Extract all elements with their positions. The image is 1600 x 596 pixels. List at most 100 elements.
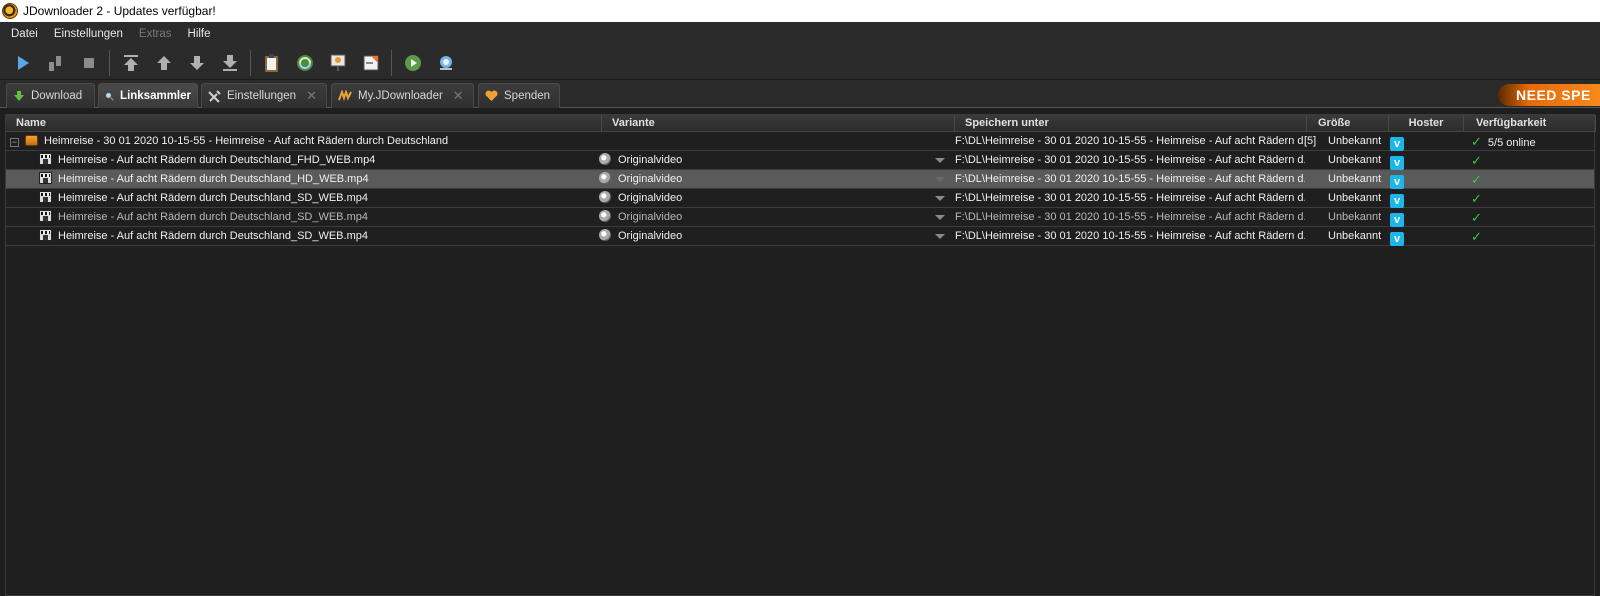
move-up-button[interactable] [147,48,180,78]
vimeo-hoster-icon: v [1390,156,1404,170]
clipboard-observer-button[interactable] [255,48,288,78]
tab-spenden[interactable]: Spenden [478,83,560,108]
toolbar-separator [109,49,110,76]
size-value: Unbekannt [1328,211,1382,223]
window-title: JDownloader 2 - Updates verfügbar! [23,4,216,18]
variant-dropdown-icon[interactable] [935,215,945,220]
video-file-icon [39,191,52,203]
tab-linksammler[interactable]: Linksammler [98,83,198,108]
vimeo-hoster-icon: v [1390,232,1404,246]
online-check-button[interactable] [429,48,462,78]
variant-dropdown-icon[interactable] [935,177,945,182]
column-header-availability[interactable]: Verfügbarkeit [1464,115,1596,132]
variant-dropdown-icon[interactable] [935,158,945,163]
save-to-value: F:\DL\Heimreise - 30 01 2020 10-15-55 - … [955,230,1305,242]
wrench-icon [208,89,221,103]
package-row[interactable]: − Heimreise - 30 01 2020 10-15-55 - Heimr… [6,132,1594,151]
clipboard-icon [264,53,278,72]
menu-hilfe[interactable]: Hilfe [180,28,219,40]
package-save-to: F:\DL\Heimreise - 30 01 2020 10-15-55 - … [955,135,1305,147]
start-downloads-button[interactable] [6,48,39,78]
column-header-variant[interactable]: Variante [602,115,955,132]
package-icon [25,135,38,146]
tab-download-label: Download [31,90,83,102]
package-name: Heimreise - 30 01 2020 10-15-55 - Heimre… [44,135,449,147]
tab-download[interactable]: Download [6,83,95,108]
update-button[interactable] [396,48,429,78]
download-arrow-icon [14,91,24,101]
reconnect-icon [296,54,313,71]
move-top-button[interactable] [114,48,147,78]
table-row[interactable]: Heimreise - Auf acht Rädern durch Deutsc… [6,227,1594,246]
table-row[interactable]: Heimreise - Auf acht Rädern durch Deutsc… [6,151,1594,170]
reconnect-button[interactable] [288,48,321,78]
column-header-size[interactable]: Größe [1307,115,1389,132]
menu-bar: Datei Einstellungen Extras Hilfe [0,22,1600,46]
save-to-value: F:\DL\Heimreise - 30 01 2020 10-15-55 - … [955,173,1305,185]
jdownloader-logo-icon [2,3,18,19]
video-file-icon [39,210,52,222]
video-file-icon [39,229,52,241]
close-icon[interactable]: ✕ [306,88,317,104]
size-value: Unbekannt [1328,230,1382,242]
collapse-toggle-icon[interactable]: − [10,138,19,147]
package-size: Unbekannt [1328,135,1382,147]
variant-value: Originalvideo [618,211,683,223]
file-name: Heimreise - Auf acht Rädern durch Deutsc… [58,211,368,223]
online-check-mark-icon: ✓ [1471,229,1482,244]
tab-bar: Download Linksammler Einstellungen ✕ My.… [0,80,1600,108]
tab-einstellungen-label: Einstellungen [227,90,297,102]
variant-dropdown-icon[interactable] [935,196,945,201]
need-speed-banner[interactable]: NEED SPE [1498,84,1600,106]
move-up-icon [156,55,171,70]
file-name: Heimreise - Auf acht Rädern durch Deutsc… [58,173,369,185]
file-name: Heimreise - Auf acht Rädern durch Deutsc… [58,230,368,242]
linkgrabber-table: Name Variante Speichern unter Größe Host… [5,114,1596,596]
variant-icon [599,153,611,165]
menu-einstellungen[interactable]: Einstellungen [46,28,131,40]
stop-downloads-button[interactable] [72,48,105,78]
vimeo-hoster-icon: v [1390,213,1404,227]
variant-value: Originalvideo [618,192,683,204]
online-check-icon [439,55,452,70]
close-icon[interactable]: ✕ [453,88,464,104]
table-row[interactable]: Heimreise - Auf acht Rädern durch Deutsc… [6,208,1594,227]
package-link-count: [5] [1304,135,1317,147]
table-row[interactable]: Heimreise - Auf acht Rädern durch Deutsc… [6,170,1594,189]
vimeo-hoster-icon: v [1390,137,1404,151]
column-header-name[interactable]: Name [6,115,602,132]
column-header-save-to[interactable]: Speichern unter [955,115,1307,132]
table-row[interactable]: Heimreise - Auf acht Rädern durch Deutsc… [6,189,1594,208]
variant-icon [599,172,611,184]
save-to-value: F:\DL\Heimreise - 30 01 2020 10-15-55 - … [955,211,1305,223]
tab-einstellungen[interactable]: Einstellungen ✕ [201,83,327,108]
save-to-value: F:\DL\Heimreise - 30 01 2020 10-15-55 - … [955,154,1305,166]
online-check-mark-icon: ✓ [1471,153,1482,168]
stop-icon [83,57,94,68]
premium-toggle-button[interactable] [321,48,354,78]
variant-icon [599,229,611,241]
premium-icon [330,54,345,71]
move-down-button[interactable] [180,48,213,78]
pause-icon [48,55,61,71]
menu-extras[interactable]: Extras [131,28,180,40]
menu-datei[interactable]: Datei [3,28,46,40]
tab-myjdownloader-label: My.JDownloader [358,90,443,102]
tab-myjdownloader[interactable]: My.JDownloader ✕ [331,83,474,108]
save-to-value: F:\DL\Heimreise - 30 01 2020 10-15-55 - … [955,192,1305,204]
move-bottom-button[interactable] [213,48,246,78]
tab-spenden-label: Spenden [504,90,551,102]
move-top-icon [123,54,138,71]
online-check-mark-icon: ✓ [1471,191,1482,206]
myjd-icon [338,90,352,102]
package-availability: 5/5 online [1487,137,1536,149]
toolbar [0,46,1600,80]
pause-downloads-button[interactable] [39,48,72,78]
online-check-mark-icon: ✓ [1471,134,1482,149]
variant-dropdown-icon[interactable] [935,234,945,239]
variant-value: Originalvideo [618,230,683,242]
need-speed-label: NEED SPE [1516,87,1591,103]
silent-mode-button[interactable] [354,48,387,78]
column-header-hoster[interactable]: Hoster [1389,115,1464,132]
variant-icon [599,191,611,203]
